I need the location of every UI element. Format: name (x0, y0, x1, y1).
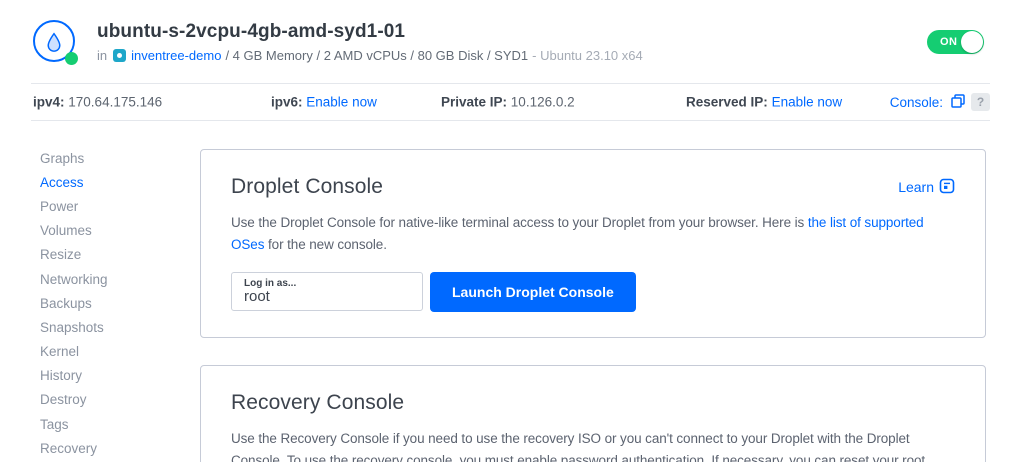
reserved-ip-info: Reserved IP: Enable now (686, 95, 842, 110)
main-area: Graphs Access Power Volumes Resize Netwo… (0, 121, 1021, 462)
description-text: Use the Droplet Console for native-like … (231, 215, 808, 230)
help-button[interactable]: ? (971, 93, 990, 111)
open-console-window-icon[interactable] (951, 94, 965, 111)
power-toggle-label: ON (940, 36, 957, 48)
droplet-specs: / 4 GB Memory / 2 AMD vCPUs / 80 GB Disk… (225, 48, 528, 63)
console-launch-form: Log in as... Launch Droplet Console (231, 272, 955, 312)
sidebar-item-access[interactable]: Access (40, 170, 200, 194)
droplet-subtitle: in inventree-demo / 4 GB Memory / 2 AMD … (97, 48, 643, 63)
project-icon (113, 49, 126, 62)
title-block: ubuntu-s-2vcpu-4gb-amd-syd1-01 in invent… (97, 21, 643, 63)
login-as-label: Log in as... (244, 278, 410, 289)
project-link[interactable]: inventree-demo (131, 48, 221, 63)
droplet-os: - Ubuntu 23.10 x64 (532, 48, 643, 63)
toggle-knob-icon (961, 31, 983, 53)
recovery-console-title: Recovery Console (231, 391, 404, 415)
ipv4-info: ipv4: 170.64.175.146 (33, 95, 162, 110)
description-text-after: for the new console. (264, 237, 386, 252)
learn-book-icon (939, 178, 955, 197)
droplet-header: ubuntu-s-2vcpu-4gb-amd-syd1-01 in invent… (31, 0, 990, 84)
login-as-field-wrap[interactable]: Log in as... (231, 272, 423, 311)
private-ip-label: Private IP: (441, 95, 507, 110)
in-label: in (97, 48, 107, 63)
content-column: Droplet Console Learn Use the Droplet Co… (200, 121, 986, 462)
sidebar-item-power[interactable]: Power (40, 194, 200, 218)
sidebar-item-networking[interactable]: Networking (40, 267, 200, 291)
learn-link-label: Learn (898, 179, 934, 195)
sidebar-item-tags[interactable]: Tags (40, 412, 200, 436)
droplet-console-card-header: Droplet Console Learn (231, 175, 955, 199)
sidebar-item-snapshots[interactable]: Snapshots (40, 315, 200, 339)
droplet-avatar (33, 20, 77, 64)
login-as-input[interactable] (244, 289, 410, 305)
sidebar-item-resize[interactable]: Resize (40, 243, 200, 267)
console-link[interactable]: Console: (890, 95, 943, 110)
private-ip-value: 10.126.0.2 (511, 95, 575, 110)
droplet-console-card: Droplet Console Learn Use the Droplet Co… (200, 149, 986, 338)
droplet-nav-sidebar: Graphs Access Power Volumes Resize Netwo… (40, 121, 200, 462)
status-online-dot (65, 52, 78, 65)
recovery-console-description: Use the Recovery Console if you need to … (231, 428, 955, 462)
sidebar-item-recovery[interactable]: Recovery (40, 436, 200, 460)
private-ip-info: Private IP: 10.126.0.2 (441, 95, 575, 110)
sidebar-item-volumes[interactable]: Volumes (40, 219, 200, 243)
sidebar-item-destroy[interactable]: Destroy (40, 388, 200, 412)
sidebar-item-history[interactable]: History (40, 364, 200, 388)
launch-droplet-console-button[interactable]: Launch Droplet Console (430, 272, 636, 312)
ipv4-value: 170.64.175.146 (68, 95, 162, 110)
page-title: ubuntu-s-2vcpu-4gb-amd-syd1-01 (97, 21, 643, 43)
sidebar-item-kernel[interactable]: Kernel (40, 340, 200, 364)
droplet-console-description: Use the Droplet Console for native-like … (231, 212, 955, 256)
sidebar-item-backups[interactable]: Backups (40, 291, 200, 315)
ip-summary-bar: ipv4: 170.64.175.146 ipv6: Enable now Pr… (31, 84, 990, 121)
console-launcher: Console: ? (890, 93, 990, 111)
ipv6-label: ipv6: (271, 95, 303, 110)
reserved-ip-enable-link[interactable]: Enable now (772, 95, 843, 110)
learn-link[interactable]: Learn (898, 178, 955, 197)
recovery-console-card-header: Recovery Console (231, 391, 955, 415)
sidebar-item-graphs[interactable]: Graphs (40, 146, 200, 170)
droplet-console-title: Droplet Console (231, 175, 383, 199)
ipv6-enable-link[interactable]: Enable now (306, 95, 377, 110)
reserved-ip-label: Reserved IP: (686, 95, 768, 110)
ipv6-info: ipv6: Enable now (271, 95, 377, 110)
recovery-console-card: Recovery Console Use the Recovery Consol… (200, 365, 986, 462)
power-toggle[interactable]: ON (927, 30, 984, 54)
ipv4-label: ipv4: (33, 95, 65, 110)
